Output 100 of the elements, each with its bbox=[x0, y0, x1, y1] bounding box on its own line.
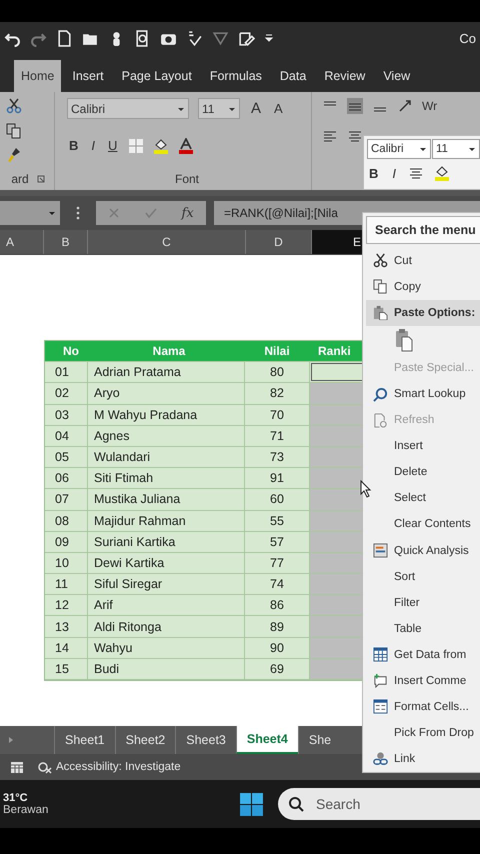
spelling-icon[interactable] bbox=[186, 30, 203, 46]
column-heading: Nilai bbox=[245, 341, 310, 362]
ribbon-tab[interactable]: Review bbox=[317, 60, 372, 92]
menu-search-field[interactable]: Search the menu bbox=[366, 216, 480, 244]
menu-item[interactable]: Delete bbox=[366, 459, 480, 486]
menu-item[interactable]: Filter bbox=[366, 590, 480, 616]
table-cell: 02 bbox=[45, 383, 88, 404]
launcher-icon[interactable] bbox=[36, 174, 45, 183]
align-middle-icon[interactable] bbox=[347, 98, 363, 114]
table-cell: Adrian Pratama bbox=[88, 362, 245, 382]
ribbon-tab[interactable]: Insert bbox=[65, 60, 111, 92]
mouse-cursor bbox=[360, 480, 372, 498]
ribbon-tab[interactable]: Home bbox=[14, 60, 62, 92]
paste-icon[interactable] bbox=[394, 328, 414, 352]
table-cell: Wahyu bbox=[88, 638, 245, 658]
group-label: Font bbox=[174, 172, 199, 186]
font-size-dropdown[interactable]: 11 bbox=[432, 139, 480, 159]
format-button[interactable]: U bbox=[106, 138, 120, 153]
ribbon-tab[interactable]: Formulas bbox=[202, 60, 269, 92]
column-header[interactable]: C bbox=[88, 230, 246, 254]
menu-item[interactable]: Pick From Drop bbox=[366, 720, 480, 746]
menu-item[interactable]: Sort bbox=[366, 564, 480, 590]
more-icon[interactable] bbox=[76, 206, 80, 220]
table-cell: 05 bbox=[45, 446, 88, 468]
menu-item[interactable]: Format Cells... bbox=[366, 694, 480, 720]
grow-font-button[interactable]: A bbox=[249, 100, 264, 117]
table-icon bbox=[372, 647, 388, 662]
font-color-icon[interactable] bbox=[178, 138, 194, 154]
table-cell: 13 bbox=[45, 616, 88, 637]
menu-item[interactable]: Table bbox=[366, 616, 480, 642]
accessibility-status[interactable]: Accessibility: Investigate bbox=[56, 761, 181, 773]
italic-button[interactable]: I bbox=[390, 166, 398, 180]
font-name-dropdown[interactable]: Calibri bbox=[67, 98, 189, 119]
table-cell: 15 bbox=[45, 658, 88, 679]
brush-icon[interactable] bbox=[6, 147, 22, 164]
table-cell: 07 bbox=[45, 489, 88, 510]
search-icon bbox=[288, 796, 304, 812]
table-cell: Siti Ftimah bbox=[88, 468, 245, 488]
bold-button[interactable]: B bbox=[367, 166, 380, 180]
column-header[interactable]: A bbox=[0, 230, 44, 254]
link-icon bbox=[372, 751, 388, 766]
insert-function-button[interactable]: fx bbox=[182, 206, 194, 220]
column-heading: No bbox=[45, 341, 88, 362]
caret-icon bbox=[48, 209, 56, 217]
caret-icon bbox=[468, 145, 476, 153]
table-cell: 11 bbox=[45, 574, 88, 594]
window-title: Co bbox=[459, 30, 476, 46]
copy-icon[interactable] bbox=[6, 122, 22, 139]
shrink-font-button[interactable]: A bbox=[272, 101, 285, 116]
table-cell: Agnes bbox=[88, 426, 245, 446]
ribbon-tab[interactable]: View bbox=[376, 60, 418, 92]
fill-color-icon[interactable] bbox=[434, 165, 450, 181]
sheet-tab[interactable]: Sheet4 bbox=[236, 726, 298, 754]
table-cell: 01 bbox=[45, 362, 88, 382]
table-cell: 09 bbox=[45, 532, 88, 552]
menu-item[interactable]: Insert Comme bbox=[366, 668, 480, 694]
pen-icon[interactable] bbox=[238, 30, 255, 46]
temperature[interactable]: 31°C bbox=[3, 792, 239, 804]
quick-analysis-icon bbox=[372, 543, 388, 558]
menu-item[interactable]: Insert bbox=[366, 433, 480, 460]
format-cells-icon bbox=[372, 699, 388, 714]
document-icon[interactable] bbox=[56, 30, 73, 46]
start-icon[interactable] bbox=[239, 792, 264, 816]
menu-item[interactable]: Quick Analysis bbox=[366, 538, 480, 564]
customize-icon[interactable] bbox=[264, 33, 274, 43]
font-name-dropdown[interactable]: Calibri bbox=[367, 139, 431, 159]
shape-icon[interactable] bbox=[212, 30, 229, 46]
column-heading: Nama bbox=[88, 341, 245, 362]
clipboard-icon bbox=[372, 305, 388, 320]
orientation-icon[interactable] bbox=[397, 98, 413, 114]
wrap-text-label[interactable]: Wr bbox=[422, 99, 438, 113]
table-cell: Dewi Kartika bbox=[88, 552, 245, 574]
ribbon-tab[interactable]: Page Layout bbox=[114, 60, 199, 92]
menu-item[interactable]: Smart Lookup bbox=[366, 381, 480, 408]
scissors-icon[interactable] bbox=[6, 98, 22, 114]
caret-icon bbox=[419, 145, 427, 153]
scroll-right-icon[interactable] bbox=[8, 736, 14, 744]
fill-color-icon[interactable] bbox=[153, 138, 170, 154]
sheet-view-icon[interactable] bbox=[10, 760, 24, 774]
format-button[interactable]: I bbox=[89, 138, 98, 153]
table-cell: 14 bbox=[45, 638, 88, 658]
font-size-dropdown[interactable]: 11 bbox=[198, 98, 240, 119]
table-cell: 10 bbox=[45, 552, 88, 574]
menu-item[interactable]: Get Data from bbox=[366, 642, 480, 668]
table-cell: Siful Siregar bbox=[88, 574, 245, 594]
format-button[interactable]: B bbox=[67, 138, 80, 153]
copy-icon bbox=[372, 279, 388, 294]
weather-condition[interactable]: Berawan bbox=[3, 804, 239, 816]
menu-item[interactable]: Clear Contents bbox=[366, 511, 480, 538]
accessibility-icon[interactable] bbox=[38, 760, 52, 774]
table-cell: Arif bbox=[88, 595, 245, 616]
table-cell: 12 bbox=[45, 595, 88, 616]
taskbar-search-field[interactable]: Search bbox=[278, 788, 480, 820]
table-cell: 04 bbox=[45, 426, 88, 446]
group-label: ard bbox=[11, 172, 29, 186]
ribbon-tab[interactable]: Data bbox=[272, 60, 314, 92]
menu-item[interactable]: Link bbox=[366, 746, 480, 772]
menu-item[interactable]: Copy bbox=[366, 274, 480, 300]
table-cell: M Wahyu Pradana bbox=[88, 404, 245, 425]
column-header[interactable]: B bbox=[44, 230, 88, 254]
